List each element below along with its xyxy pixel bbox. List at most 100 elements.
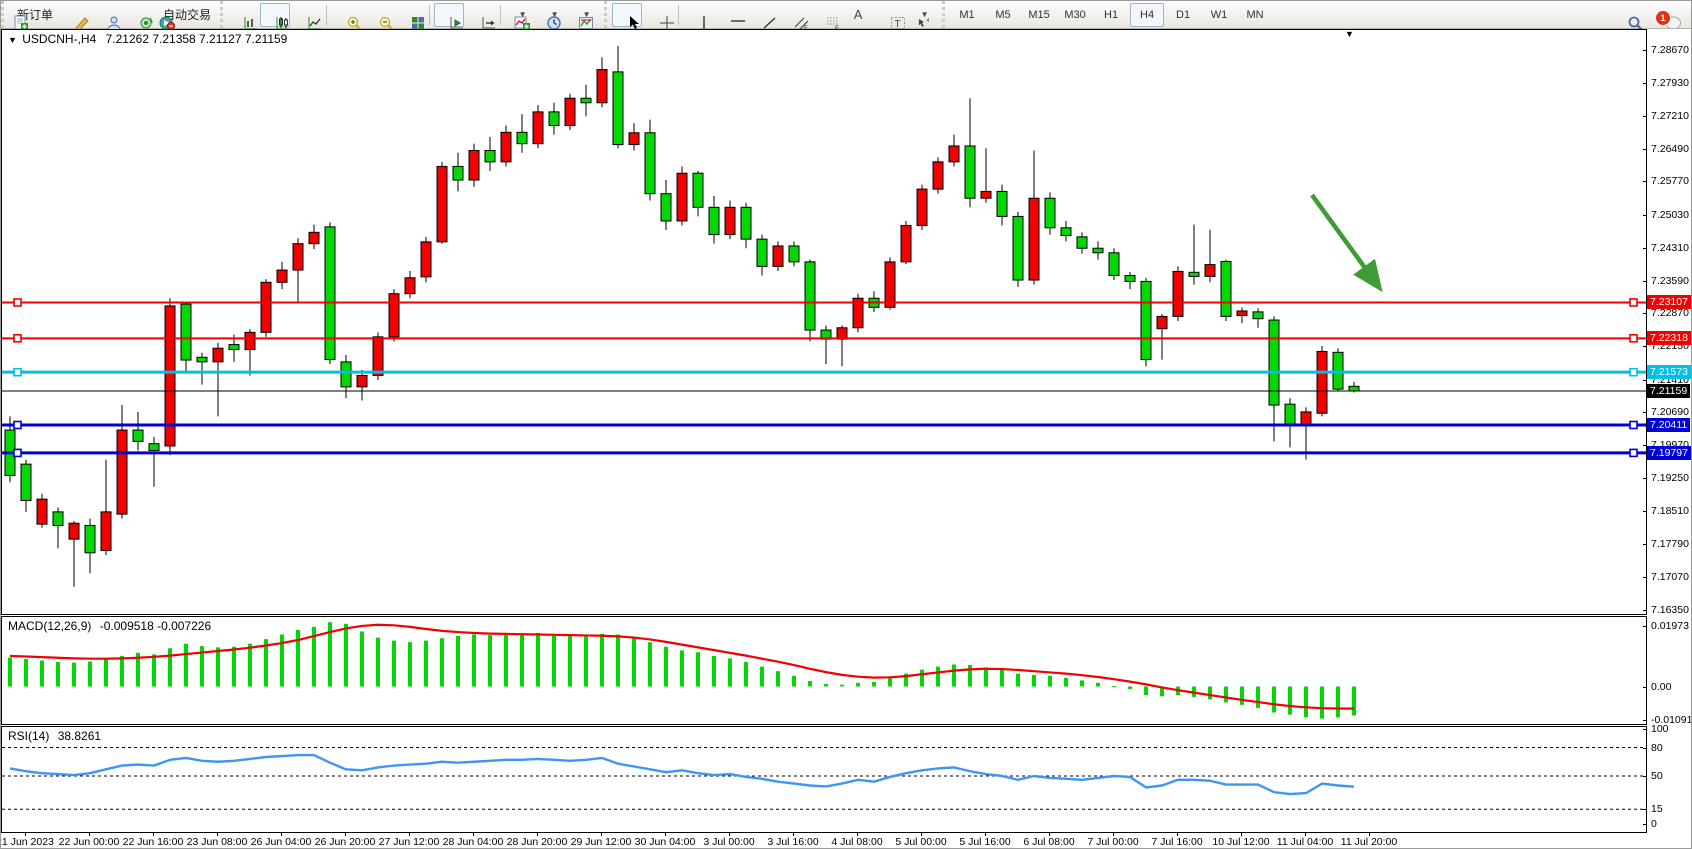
macd-histogram-bar	[1096, 683, 1100, 687]
macd-histogram-bar	[472, 635, 476, 687]
macd-histogram-bar	[1064, 678, 1068, 687]
macd-histogram-bar	[232, 647, 236, 687]
rsi-panel[interactable]: RSI(14) 38.8261	[1, 726, 1647, 833]
line-handle[interactable]	[14, 422, 21, 429]
new-order-button[interactable]: 新订单	[9, 3, 57, 27]
time-axis[interactable]: 21 Jun 202322 Jun 00:0022 Jun 16:0023 Ju…	[1, 833, 1647, 849]
time-axis-label: 26 Jun 20:00	[315, 836, 376, 848]
timeframe-button-m1[interactable]: M1	[950, 3, 984, 27]
price-axis-label: 7.16350	[1651, 604, 1689, 616]
rsi-axis-label: 50	[1651, 770, 1663, 782]
macd-histogram-bar	[616, 635, 620, 687]
candle	[645, 133, 655, 194]
label-tool-button[interactable]: T	[875, 3, 905, 27]
styler-button[interactable]	[59, 3, 89, 27]
timeframe-button-m5[interactable]: M5	[986, 3, 1020, 27]
auto-trading-button[interactable]: 自动交易	[155, 3, 215, 27]
chart-shift-button[interactable]	[466, 3, 496, 27]
candle	[277, 270, 287, 282]
text-tool-button[interactable]: A	[843, 3, 873, 27]
line-handle[interactable]	[1630, 299, 1637, 306]
time-axis-label: 26 Jun 04:00	[251, 836, 312, 848]
timeframe-button-mn[interactable]: MN	[1238, 3, 1272, 27]
timeframe-button-d1[interactable]: D1	[1166, 3, 1200, 27]
cursor-tool-button[interactable]	[612, 3, 642, 27]
line-handle[interactable]	[14, 335, 21, 342]
macd-panel[interactable]: MACD(12,26,9) -0.009518 -0.007226	[1, 616, 1647, 725]
timeframe-button-h4[interactable]: H4	[1130, 3, 1164, 27]
vertical-line-tool-button[interactable]	[683, 3, 713, 27]
line-handle[interactable]	[1630, 369, 1637, 376]
equidistant-channel-tool-button[interactable]: E	[779, 3, 809, 27]
line-handle[interactable]	[14, 299, 21, 306]
zoom-in-button[interactable]	[331, 3, 361, 27]
candle	[117, 430, 127, 514]
price-axis-label: 7.28670	[1651, 44, 1689, 56]
market-watch-button[interactable]	[91, 3, 121, 27]
candle	[341, 362, 351, 387]
templates-button[interactable]: ▼	[569, 3, 599, 27]
candle	[85, 526, 95, 553]
macd-histogram-bar	[712, 656, 716, 687]
horizontal-line-tool-button[interactable]	[715, 3, 745, 27]
bar-chart-button[interactable]	[228, 3, 258, 27]
arrows-tool-button[interactable]: ▼	[907, 3, 937, 27]
macd-axis-label: 0.01973	[1651, 620, 1689, 632]
notifications-button[interactable]: 1	[1649, 3, 1679, 27]
candle	[581, 98, 591, 103]
price-axis[interactable]: 7.286707.279307.272107.264907.257707.250…	[1647, 29, 1692, 833]
macd-histogram-bar	[680, 650, 684, 686]
line-handle[interactable]	[1630, 335, 1637, 342]
macd-histogram-bar	[296, 630, 300, 687]
macd-histogram-bar	[872, 682, 876, 687]
candlestick-canvas	[2, 30, 1646, 614]
line-handle[interactable]	[1630, 422, 1637, 429]
time-axis-label: 23 Jun 08:00	[187, 836, 248, 848]
search-button[interactable]	[1612, 3, 1642, 27]
tile-windows-button[interactable]	[395, 3, 425, 27]
macd-histogram-bar	[936, 667, 940, 687]
line-price-tag: 7.19797	[1647, 446, 1691, 460]
timeframe-button-m15[interactable]: M15	[1022, 3, 1056, 27]
candle	[1189, 272, 1199, 276]
line-handle[interactable]	[14, 369, 21, 376]
macd-histogram-bar	[792, 676, 796, 687]
time-axis-label: 22 Jun 16:00	[123, 836, 184, 848]
zoom-out-button[interactable]	[363, 3, 393, 27]
periods-button[interactable]: ▼	[537, 3, 567, 27]
macd-histogram-bar	[696, 652, 700, 686]
candle	[485, 151, 495, 162]
candle	[1237, 311, 1247, 316]
macd-histogram-bar	[1048, 676, 1052, 687]
timeframe-button-m30[interactable]: M30	[1058, 3, 1092, 27]
signals-button[interactable]	[123, 3, 153, 27]
crosshair-tool-button[interactable]	[644, 3, 674, 27]
auto-scroll-button[interactable]	[434, 3, 464, 27]
candle	[725, 207, 735, 234]
line-handle[interactable]	[1630, 449, 1637, 456]
line-handle[interactable]	[14, 449, 21, 456]
candle	[997, 191, 1007, 216]
candle	[1029, 198, 1039, 280]
trendline-tool-button[interactable]	[747, 3, 777, 27]
macd-histogram-bar	[584, 635, 588, 686]
timeframe-button-h1[interactable]: H1	[1094, 3, 1128, 27]
price-chart-panel[interactable]: ▼ USDCNH-,H4 7.21262 7.21358 7.21127 7.2…	[1, 29, 1647, 615]
line-chart-button[interactable]	[292, 3, 322, 27]
candle	[389, 294, 399, 337]
macd-histogram-bar	[360, 631, 364, 686]
candle	[933, 162, 943, 189]
down-arrow-annotation[interactable]	[1312, 195, 1376, 283]
price-axis-label: 7.24310	[1651, 242, 1689, 254]
macd-histogram-bar	[376, 638, 380, 687]
macd-histogram-bar	[504, 634, 508, 687]
timeframe-button-w1[interactable]: W1	[1202, 3, 1236, 27]
macd-histogram-bar	[664, 647, 668, 687]
candle	[37, 499, 47, 524]
candlestick-chart-button[interactable]	[260, 3, 290, 27]
macd-histogram-bar	[568, 636, 572, 686]
macd-histogram-bar	[824, 684, 828, 686]
fibonacci-tool-button[interactable]: F	[811, 3, 841, 27]
chart-shift-marker-icon[interactable]: ▼	[1345, 29, 1354, 39]
indicators-button[interactable]: ▼	[505, 3, 535, 27]
